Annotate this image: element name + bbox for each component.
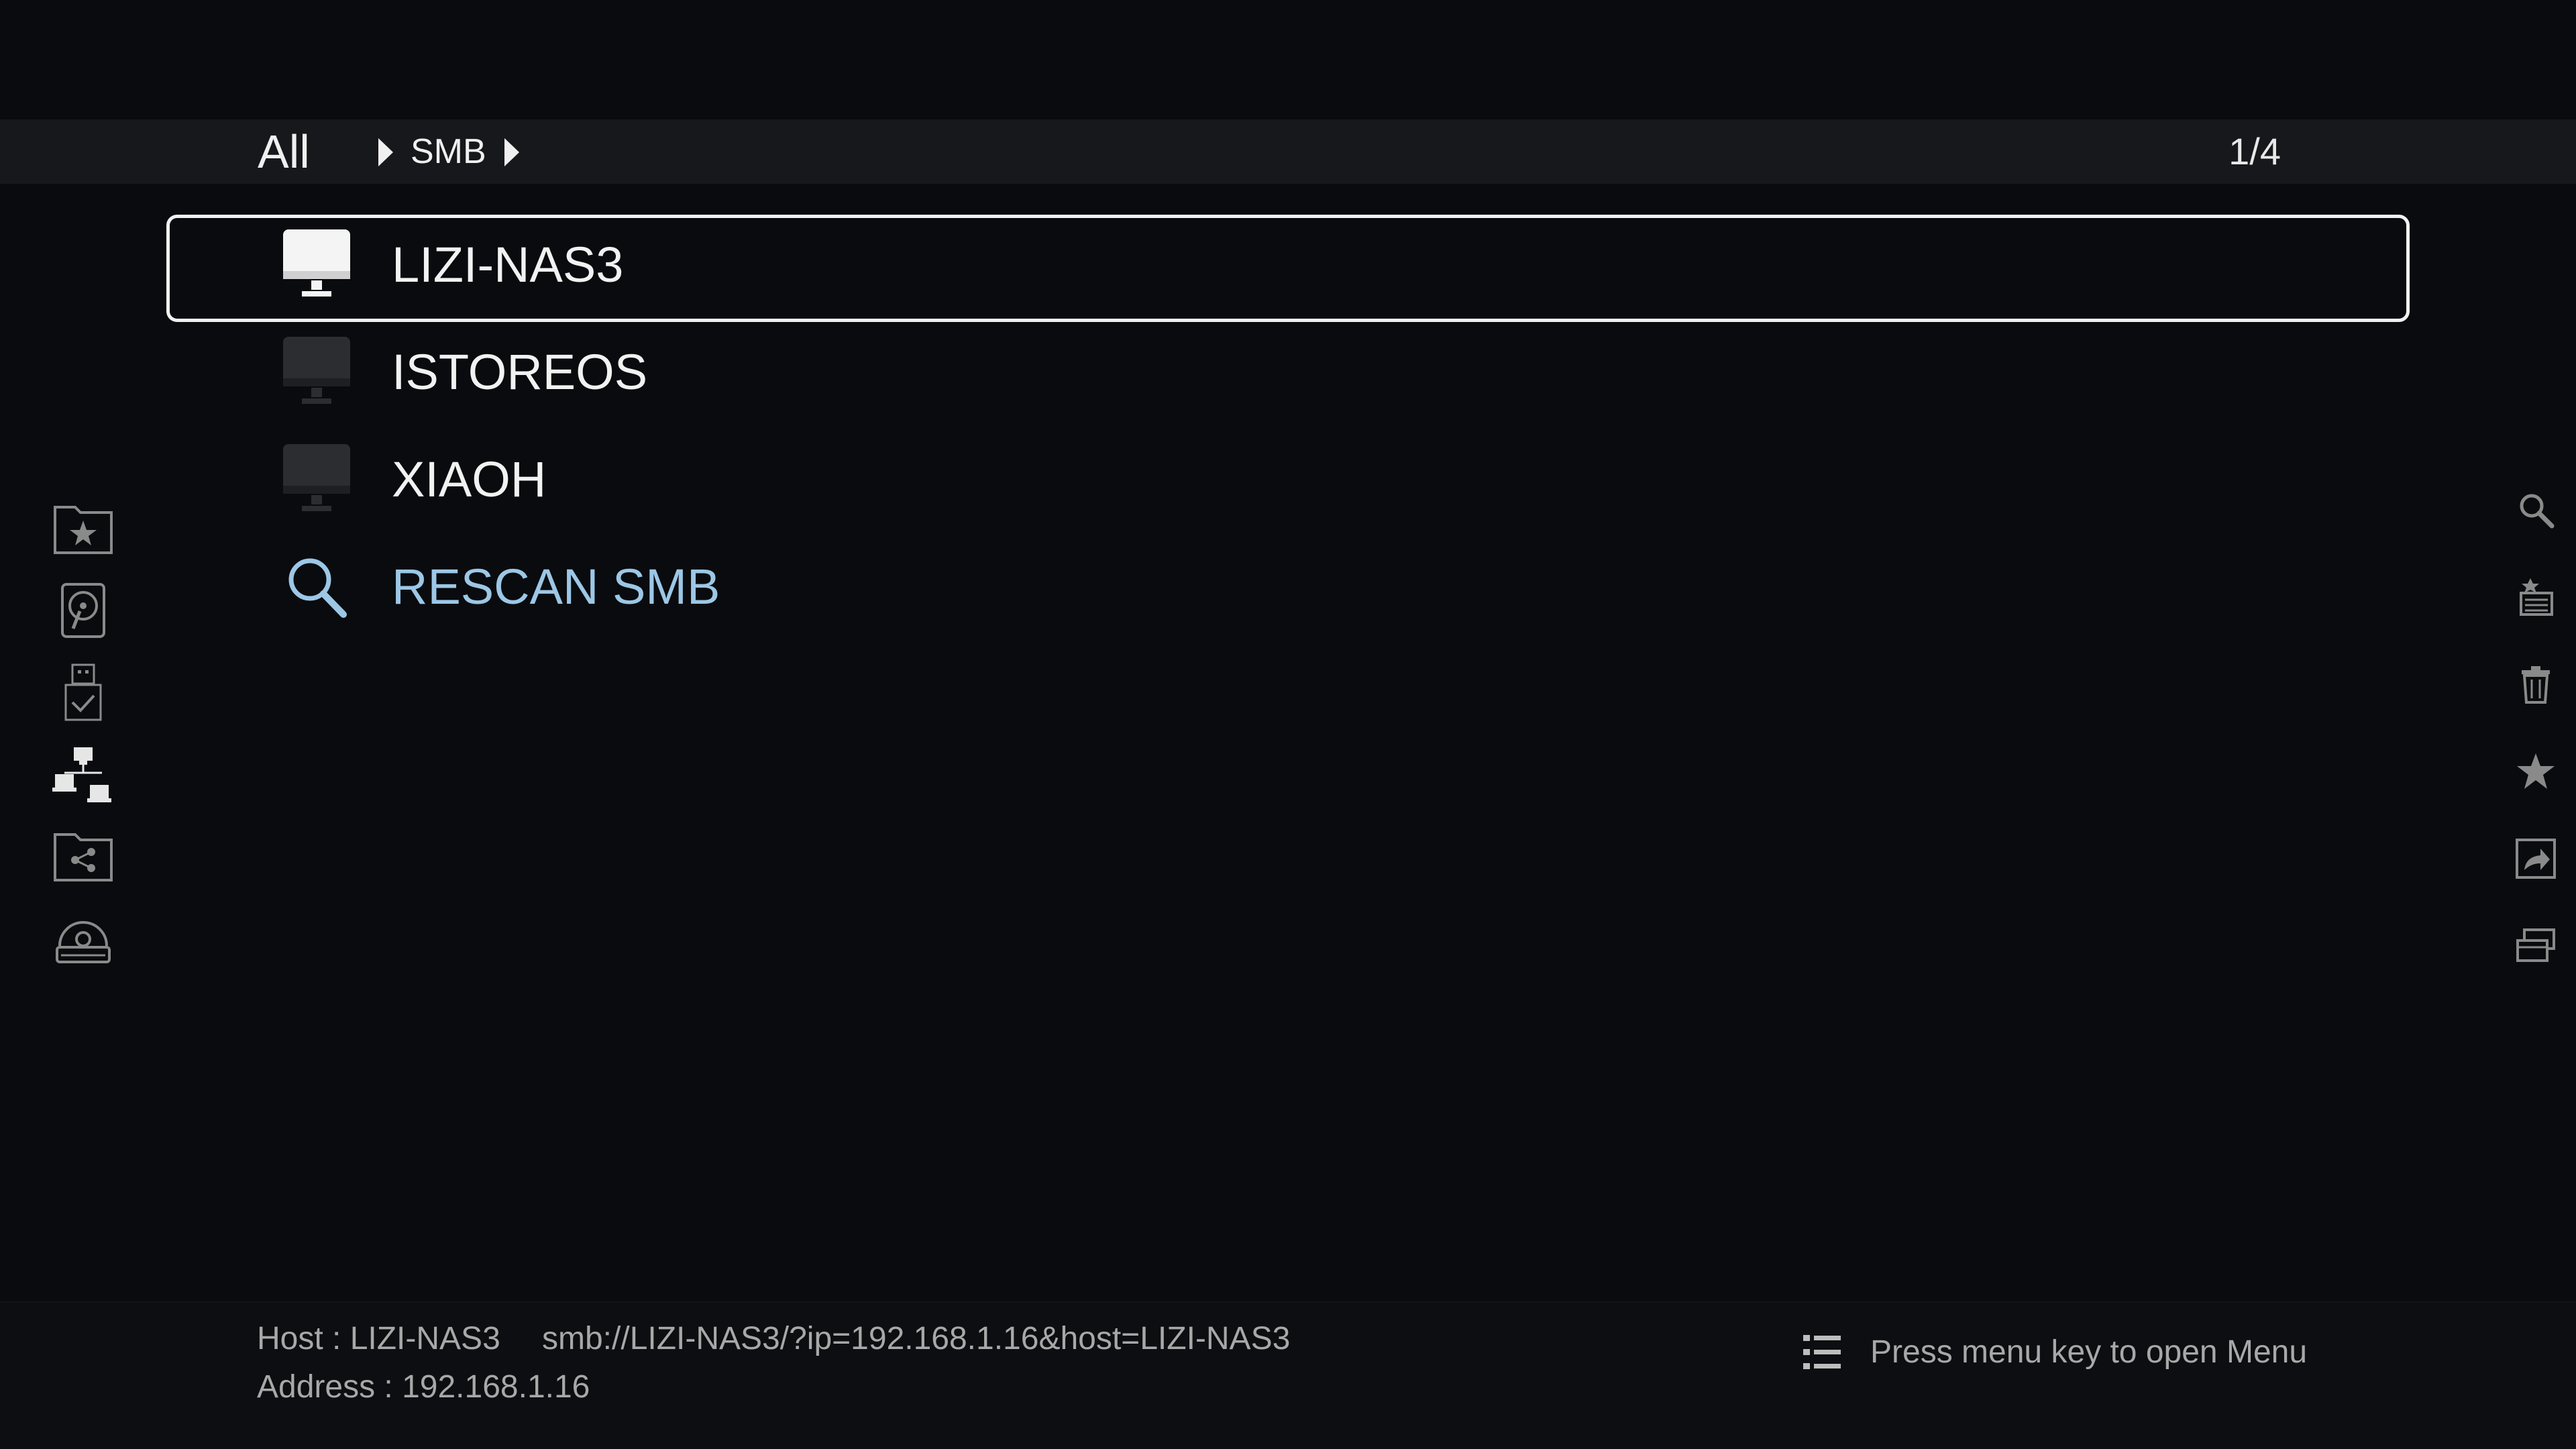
- list-item-label: XIAOH: [392, 451, 547, 507]
- list-item-label: RESCAN SMB: [392, 559, 720, 614]
- shared-folder-icon[interactable]: [48, 821, 118, 891]
- search-icon[interactable]: [2504, 478, 2568, 542]
- computer-icon: [283, 337, 350, 404]
- address-info: Address : 192.168.1.16: [257, 1369, 590, 1405]
- list-item-label: LIZI-NAS3: [392, 237, 624, 292]
- breadcrumb-all[interactable]: All: [258, 119, 310, 184]
- breadcrumb-separator-icon: [504, 138, 519, 166]
- search-icon: [288, 558, 347, 618]
- right-action-rail: [2504, 478, 2568, 1001]
- rescan-smb-item[interactable]: RESCAN SMB: [166, 537, 2410, 644]
- page-counter: 1/4: [2229, 130, 2281, 172]
- optical-drive-icon[interactable]: [48, 903, 118, 973]
- favorite-icon[interactable]: [2504, 739, 2568, 804]
- list-item-label: ISTOREOS: [392, 344, 648, 400]
- list-item[interactable]: ISTOREOS: [166, 322, 2410, 429]
- multi-window-icon[interactable]: [2504, 914, 2568, 978]
- network-icon[interactable]: [48, 739, 118, 809]
- media-library-icon[interactable]: [2504, 565, 2568, 629]
- favorite-folder-icon[interactable]: [48, 494, 118, 564]
- local-disk-icon[interactable]: [48, 576, 118, 645]
- host-info: Host : LIZI-NAS3: [257, 1321, 500, 1356]
- left-nav-rail: [48, 494, 118, 985]
- breadcrumb-smb[interactable]: SMB: [411, 119, 486, 184]
- menu-list-icon: [1803, 1335, 1841, 1369]
- server-list: LIZI-NAS3 ISTOREOS XIAOH RESCAN SMB: [166, 215, 2410, 644]
- computer-icon: [283, 444, 350, 511]
- menu-hint: Press menu key to open Menu: [1870, 1334, 2308, 1370]
- usb-drive-icon[interactable]: [48, 657, 118, 727]
- computer-icon: [283, 229, 350, 297]
- delete-icon[interactable]: [2504, 652, 2568, 716]
- list-item[interactable]: LIZI-NAS3: [166, 215, 2410, 322]
- breadcrumb-separator-icon: [378, 138, 393, 166]
- list-item[interactable]: XIAOH: [166, 429, 2410, 537]
- share-icon[interactable]: [2504, 826, 2568, 891]
- smb-url: smb://LIZI-NAS3/?ip=192.168.1.16&host=LI…: [542, 1321, 1291, 1356]
